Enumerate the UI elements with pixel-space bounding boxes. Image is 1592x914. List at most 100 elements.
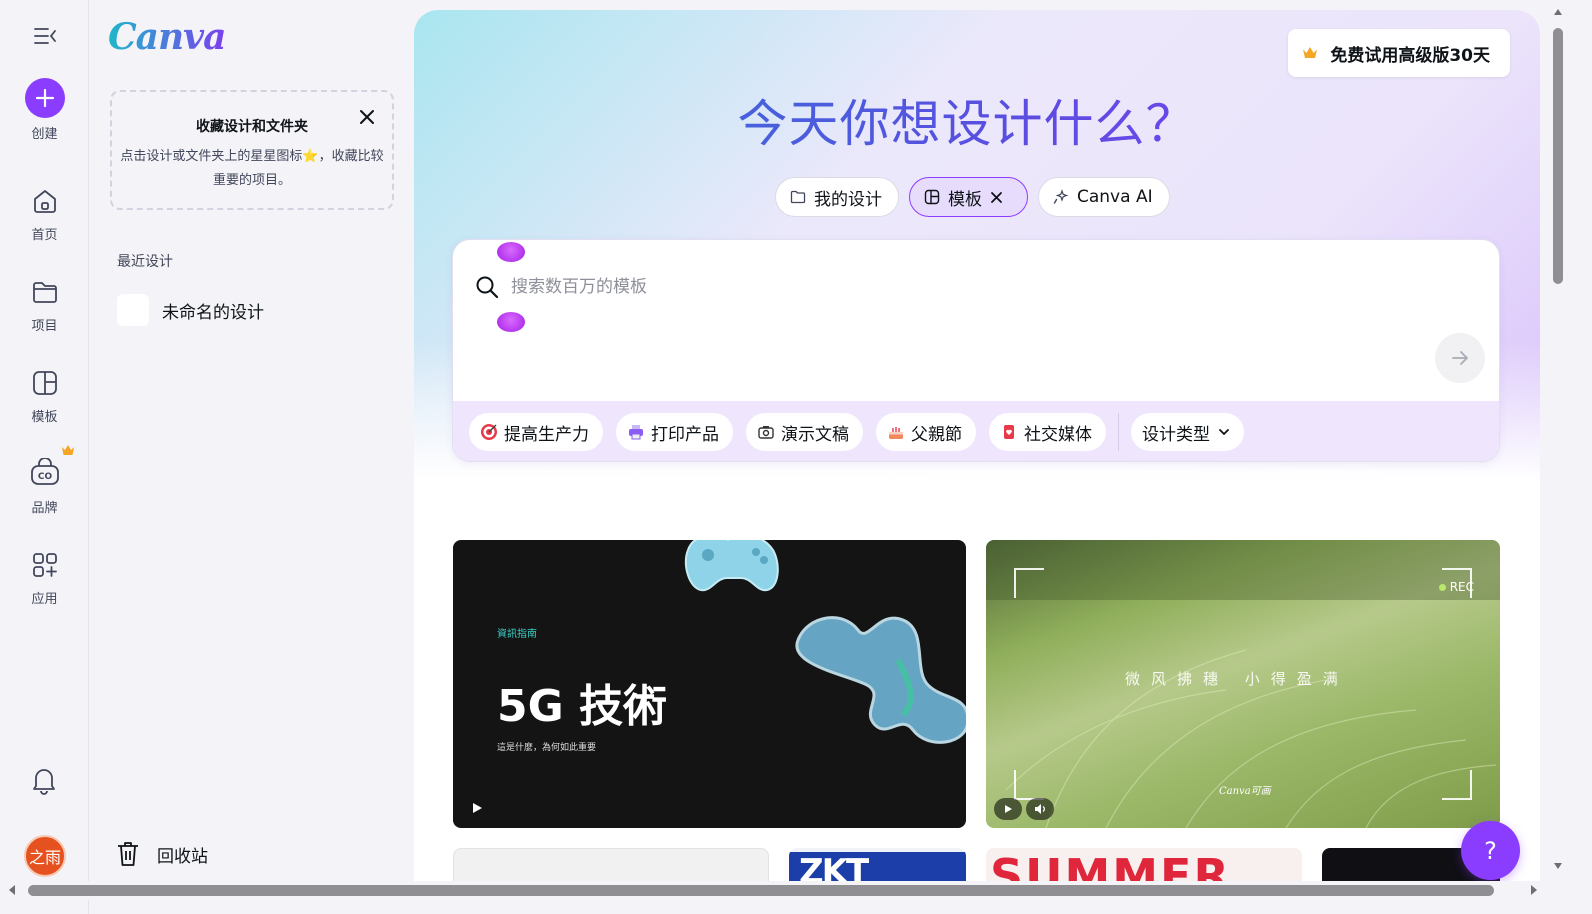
trash-button[interactable]: 回收站	[115, 840, 208, 868]
chip-productivity[interactable]: 提高生产力	[469, 413, 603, 451]
rail-templates[interactable]: 模板	[0, 365, 89, 425]
template-card-5g[interactable]: 資訊指南 5G 技術 這是什麼，為何如此重要	[453, 540, 966, 828]
rail-brand-label: 品牌	[31, 501, 58, 516]
chip-label: 提高生产力	[504, 424, 589, 445]
presentation-icon	[757, 423, 775, 441]
recent-design-item[interactable]: 未命名的设计	[117, 294, 264, 326]
scrollbar-thumb[interactable]	[1553, 28, 1563, 284]
favorites-title: 收藏设计和文件夹	[196, 119, 308, 135]
avatar[interactable]: 之雨	[24, 835, 66, 877]
tab-canva-ai[interactable]: Canva AI	[1038, 177, 1170, 217]
folder-icon	[790, 190, 806, 204]
card-kicker: 資訊指南	[497, 629, 537, 640]
home-icon	[27, 183, 63, 219]
cake-icon	[887, 423, 905, 441]
scroll-down-icon[interactable]	[1553, 862, 1563, 870]
frame-corner	[1014, 568, 1044, 598]
bell-icon	[33, 769, 55, 795]
chip-label: 演示文稿	[781, 424, 849, 445]
chip-label: 打印产品	[651, 424, 719, 445]
main-content: 免费试用高级版30天 今天你想设计什么？ 我的设计 模板 Canva AI 提高	[414, 10, 1540, 900]
controller-illustration	[684, 540, 779, 592]
card-subtitle: 這是什麼，為何如此重要	[497, 743, 597, 753]
template-icon	[924, 189, 940, 205]
plus-icon	[35, 88, 54, 108]
notifications-button[interactable]	[28, 764, 60, 800]
search-input[interactable]	[511, 270, 1411, 304]
crown-icon	[1303, 47, 1318, 58]
crown-icon	[61, 445, 74, 455]
rail-home[interactable]: 首页	[0, 183, 89, 243]
chip-social-media[interactable]: 社交媒体	[989, 413, 1106, 451]
folder-icon	[27, 274, 63, 310]
create-button[interactable]	[24, 78, 65, 118]
search-box: 提高生产力 打印产品 演示文稿 父親節 社交媒体 设计类型	[452, 239, 1500, 462]
play-icon	[473, 803, 482, 813]
frame-corner	[1442, 770, 1472, 800]
collapse-menu-icon	[34, 28, 56, 44]
frame-corner	[1014, 770, 1044, 800]
svg-text:CO: CO	[37, 472, 52, 482]
card-title: 5G 技術	[497, 681, 668, 732]
heart-badge-icon	[1000, 423, 1018, 441]
play-icon	[1005, 805, 1012, 813]
rail-projects[interactable]: 项目	[0, 274, 89, 334]
sparkle-icon	[1053, 189, 1069, 204]
design-type-label: 设计类型	[1142, 424, 1210, 445]
abstract-glass-shape	[795, 616, 966, 744]
favorites-close-button[interactable]	[358, 108, 376, 126]
collapse-menu-button[interactable]	[30, 22, 60, 50]
target-icon	[480, 423, 498, 441]
close-icon[interactable]	[990, 191, 1003, 204]
horizontal-scrollbar[interactable]	[0, 881, 1548, 900]
left-rail: 创建 首页 项目 模板 CO 品牌 应用 之雨	[0, 0, 89, 914]
rail-create[interactable]: 创建	[0, 78, 89, 142]
volume-icon	[1035, 804, 1045, 814]
scroll-left-icon[interactable]	[8, 884, 16, 896]
apps-icon	[27, 547, 63, 583]
tab-my-designs-label: 我的设计	[814, 189, 882, 210]
chevron-down-icon	[1219, 429, 1229, 435]
divider	[1118, 413, 1119, 451]
rail-projects-label: 项目	[31, 319, 58, 334]
trash-label: 回收站	[157, 846, 208, 867]
scroll-right-icon[interactable]	[1530, 884, 1538, 896]
volume-button[interactable]	[1026, 798, 1054, 820]
favorites-description: 点击设计或文件夹上的星星图标⭐，收藏比较重要的项目。	[120, 149, 384, 188]
video-controls	[994, 798, 1054, 820]
rail-apps[interactable]: 应用	[0, 547, 89, 607]
template-card-grass-video[interactable]: REC 微风拂穗 小得盈满 Canva可画	[986, 540, 1500, 828]
scroll-up-icon[interactable]	[1553, 8, 1563, 16]
play-button[interactable]	[994, 798, 1022, 820]
canva-logo[interactable]: Canva	[108, 16, 226, 58]
chip-label: 社交媒体	[1024, 424, 1092, 445]
chip-presentations[interactable]: 演示文稿	[746, 413, 863, 451]
rec-indicator: REC	[1438, 580, 1474, 594]
rec-label: REC	[1449, 580, 1474, 594]
page-title: 今天你想设计什么？	[414, 84, 1520, 156]
brand-icon: CO	[27, 445, 74, 492]
chip-print-products[interactable]: 打印产品	[616, 413, 733, 451]
card-poem: 微风拂穗 小得盈满	[1125, 670, 1349, 688]
arrow-right-icon	[1452, 351, 1468, 365]
search-mode-tabs: 我的设计 模板 Canva AI	[775, 177, 1170, 217]
tab-templates-label: 模板	[948, 189, 982, 210]
tab-templates[interactable]: 模板	[909, 177, 1028, 217]
pro-trial-button[interactable]: 免费试用高级版30天	[1288, 29, 1510, 77]
tab-my-designs[interactable]: 我的设计	[775, 177, 899, 217]
chip-fathers-day[interactable]: 父親節	[876, 413, 976, 451]
pro-trial-label: 免费试用高级版30天	[1330, 45, 1490, 66]
help-button[interactable]: ?	[1461, 821, 1520, 880]
close-icon	[360, 110, 374, 124]
rail-brand[interactable]: CO 品牌	[0, 445, 89, 516]
design-type-dropdown[interactable]: 设计类型	[1131, 413, 1244, 451]
search-icon	[476, 276, 499, 299]
vertical-scrollbar[interactable]	[1548, 0, 1568, 884]
ai-blob-icon	[497, 312, 525, 332]
recent-designs-title: 最近设计	[117, 254, 173, 270]
printer-icon	[627, 423, 645, 441]
scrollbar-thumb[interactable]	[28, 885, 1494, 896]
tab-canva-ai-label: Canva AI	[1077, 187, 1153, 207]
rail-home-label: 首页	[31, 228, 58, 243]
submit-search-button[interactable]	[1435, 333, 1485, 383]
